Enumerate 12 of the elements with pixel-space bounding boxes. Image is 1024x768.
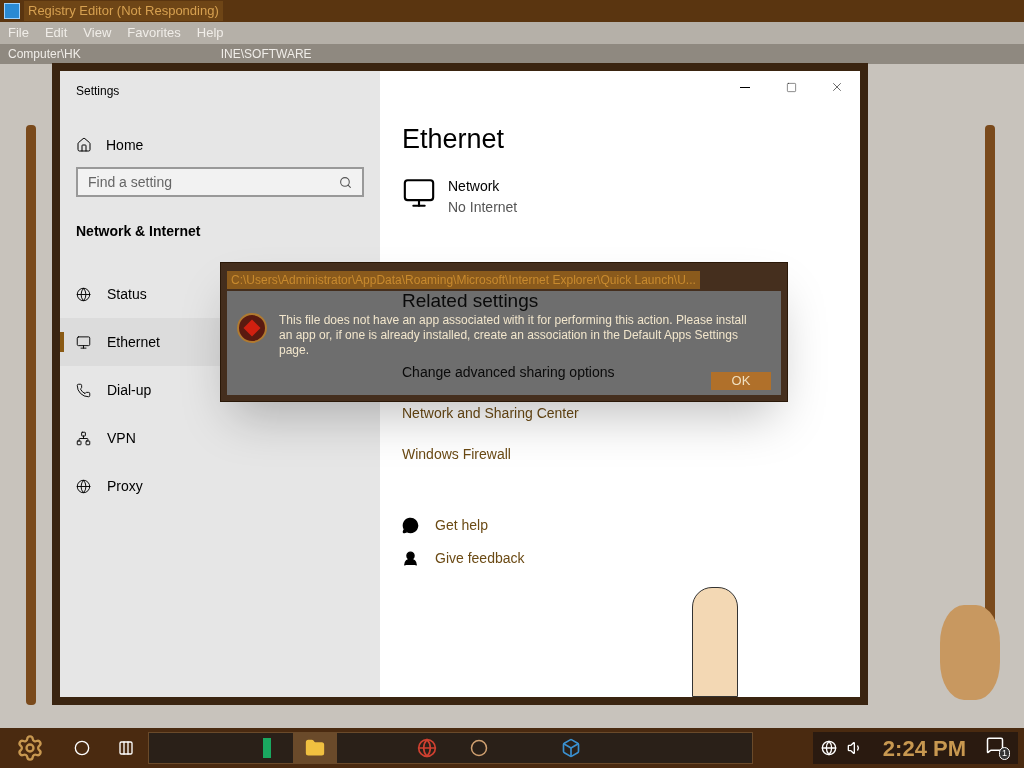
section-heading: Related settings [402,291,539,310]
window-title: Settings [76,83,121,100]
section-heading: Network & Internet [76,222,202,241]
window-title: Registry Editor (Not Responding) [24,1,223,21]
address-text: Computer\HK [8,46,81,63]
dialog-message: This file does not have an app associated with it for performing this action. Please install an app or, if one is already installed, create an association in the Default Apps Settings page. [279,313,748,358]
address-text: INE\SOFTWARE [220,46,312,63]
notification-badge: 1 [999,747,1010,760]
network-status: No Internet [448,198,518,217]
network-name: Network [448,177,501,196]
dialog-title: C:\Users\Administrator\AppData\Roaming\Microsoft\Internet Explorer\Quick Launch\U... [227,271,700,289]
page-title: Ethernet [402,123,506,156]
